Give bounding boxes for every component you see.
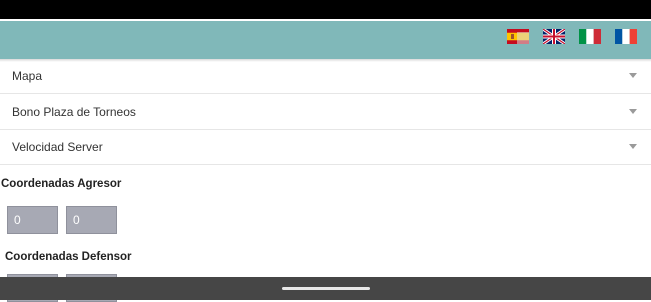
home-gesture-handle[interactable] <box>282 287 370 290</box>
server-speed-dropdown[interactable]: Velocidad Server <box>0 130 651 165</box>
navigation-bar <box>0 277 651 300</box>
italy-flag-icon[interactable] <box>579 29 601 44</box>
server-speed-dropdown-label: Velocidad Server <box>12 140 103 154</box>
header-bar <box>0 19 651 59</box>
chevron-down-icon <box>629 109 637 114</box>
spain-flag-icon[interactable] <box>507 29 529 44</box>
attacker-x-input[interactable] <box>7 206 58 234</box>
uk-flag-icon[interactable] <box>543 29 565 44</box>
map-dropdown-label: Mapa <box>12 69 43 83</box>
tournament-bonus-dropdown-label: Bono Plaza de Torneos <box>12 105 136 119</box>
chevron-down-icon <box>629 73 637 78</box>
attacker-coords-title: Coordenadas Agresor <box>1 178 122 190</box>
tournament-bonus-dropdown[interactable]: Bono Plaza de Torneos <box>0 95 651 130</box>
attacker-y-input[interactable] <box>66 206 117 234</box>
map-dropdown[interactable]: Mapa <box>0 59 651 94</box>
status-bar <box>0 0 651 19</box>
language-selector <box>507 29 637 44</box>
chevron-down-icon <box>629 144 637 149</box>
france-flag-icon[interactable] <box>615 29 637 44</box>
defender-coords-title: Coordenadas Defensor <box>5 251 132 263</box>
